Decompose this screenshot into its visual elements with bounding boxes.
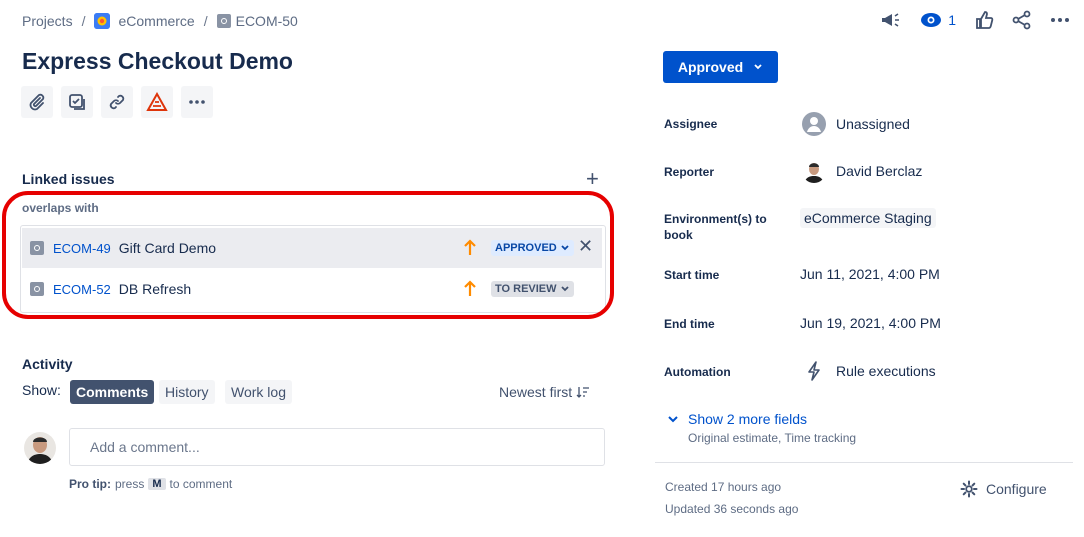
hidden-fields-list: Original estimate, Time tracking <box>688 431 857 445</box>
show-more-fields-button[interactable]: Show 2 more fields <box>667 411 807 427</box>
more-tools-button[interactable] <box>181 86 213 118</box>
breadcrumb-separator: / <box>203 13 208 29</box>
issue-title[interactable]: Express Checkout Demo <box>22 48 293 75</box>
pro-tip-label: Pro tip: <box>69 477 111 491</box>
updated-time: Updated 36 seconds ago <box>665 502 799 516</box>
breadcrumb: Projects / eCommerce / ECOM-50 <box>22 11 298 31</box>
paperclip-icon <box>29 93 45 111</box>
assignee-field[interactable]: Unassigned <box>802 112 910 136</box>
ellipsis-icon <box>189 100 205 104</box>
project-avatar-icon <box>94 13 111 29</box>
status-label: Approved <box>677 59 744 75</box>
environment-value: eCommerce Staging <box>800 208 936 228</box>
link-issue-button[interactable] <box>101 86 133 118</box>
sort-label: Newest first <box>499 384 573 400</box>
pro-tip-press: press <box>115 477 145 491</box>
tab-work-log[interactable]: Work log <box>225 380 292 404</box>
highlight-annotation <box>2 191 614 319</box>
add-comment-input[interactable]: Add a comment... <box>69 428 605 466</box>
sort-order-button[interactable]: Newest first <box>499 384 590 400</box>
lightning-bolt-icon <box>808 361 820 381</box>
reporter-value: David Berclaz <box>836 163 923 179</box>
breadcrumb-project[interactable]: eCommerce <box>118 13 194 29</box>
unassigned-avatar-icon <box>802 112 826 136</box>
tab-history[interactable]: History <box>159 380 215 404</box>
app-warning-icon <box>146 92 168 111</box>
breadcrumb-issue-key[interactable]: ECOM-50 <box>236 13 298 29</box>
field-label-reporter: Reporter <box>664 165 715 179</box>
app-integration-button[interactable] <box>141 86 173 118</box>
issue-toolbar <box>21 86 221 118</box>
environment-field[interactable]: eCommerce Staging <box>800 208 936 228</box>
activity-heading: Activity <box>22 356 73 372</box>
add-linked-issue-button[interactable]: + <box>586 168 599 190</box>
share-icon[interactable] <box>1012 10 1032 30</box>
automation-value: Rule executions <box>836 363 936 379</box>
show-more-label: Show 2 more fields <box>688 411 808 427</box>
reporter-field[interactable]: David Berclaz <box>802 159 922 183</box>
sort-desc-icon <box>576 387 590 398</box>
vote-thumbs-up-icon[interactable] <box>974 10 994 30</box>
status-transition-button[interactable]: Approved <box>663 51 778 83</box>
configure-button[interactable]: Configure <box>960 480 1047 498</box>
checklist-icon <box>69 94 85 110</box>
breadcrumb-separator: / <box>81 13 86 29</box>
assignee-value: Unassigned <box>836 116 910 132</box>
watch-button[interactable]: 1 <box>920 12 956 28</box>
end-time-value[interactable]: Jun 19, 2021, 4:00 PM <box>800 315 941 331</box>
field-label-automation: Automation <box>664 365 731 379</box>
start-time-value[interactable]: Jun 11, 2021, 4:00 PM <box>800 266 940 282</box>
eye-icon <box>921 13 942 27</box>
field-label-end-time: End time <box>664 317 715 331</box>
shortcut-key: M <box>148 478 166 490</box>
reporter-avatar <box>802 159 826 183</box>
automation-field[interactable]: Rule executions <box>806 361 936 381</box>
link-icon <box>109 94 125 110</box>
divider <box>655 462 1073 463</box>
attach-button[interactable] <box>21 86 53 118</box>
activity-show-label: Show: <box>22 382 61 398</box>
gear-icon <box>960 480 978 498</box>
current-user-avatar <box>24 432 56 464</box>
linked-issues-heading: Linked issues <box>22 171 115 187</box>
pro-tip: Pro tip: press M to comment <box>69 477 232 491</box>
more-actions-icon[interactable] <box>1050 17 1070 23</box>
chevron-down-icon <box>668 416 678 423</box>
add-child-issue-button[interactable] <box>61 86 93 118</box>
issue-actions: 1 <box>862 8 1070 32</box>
field-label-assignee: Assignee <box>664 117 718 131</box>
watchers-count: 1 <box>948 12 956 28</box>
issue-type-icon <box>216 14 231 28</box>
created-time: Created 17 hours ago <box>665 480 782 494</box>
breadcrumb-projects[interactable]: Projects <box>22 13 73 29</box>
field-label-start-time: Start time <box>664 268 720 282</box>
chevron-down-icon <box>754 64 762 70</box>
feedback-megaphone-icon[interactable] <box>880 11 902 29</box>
configure-label: Configure <box>986 481 1047 497</box>
pro-tip-rest: to comment <box>169 477 233 491</box>
field-label-environment: Environment(s) to book <box>664 212 767 242</box>
tab-comments[interactable]: Comments <box>70 380 155 404</box>
